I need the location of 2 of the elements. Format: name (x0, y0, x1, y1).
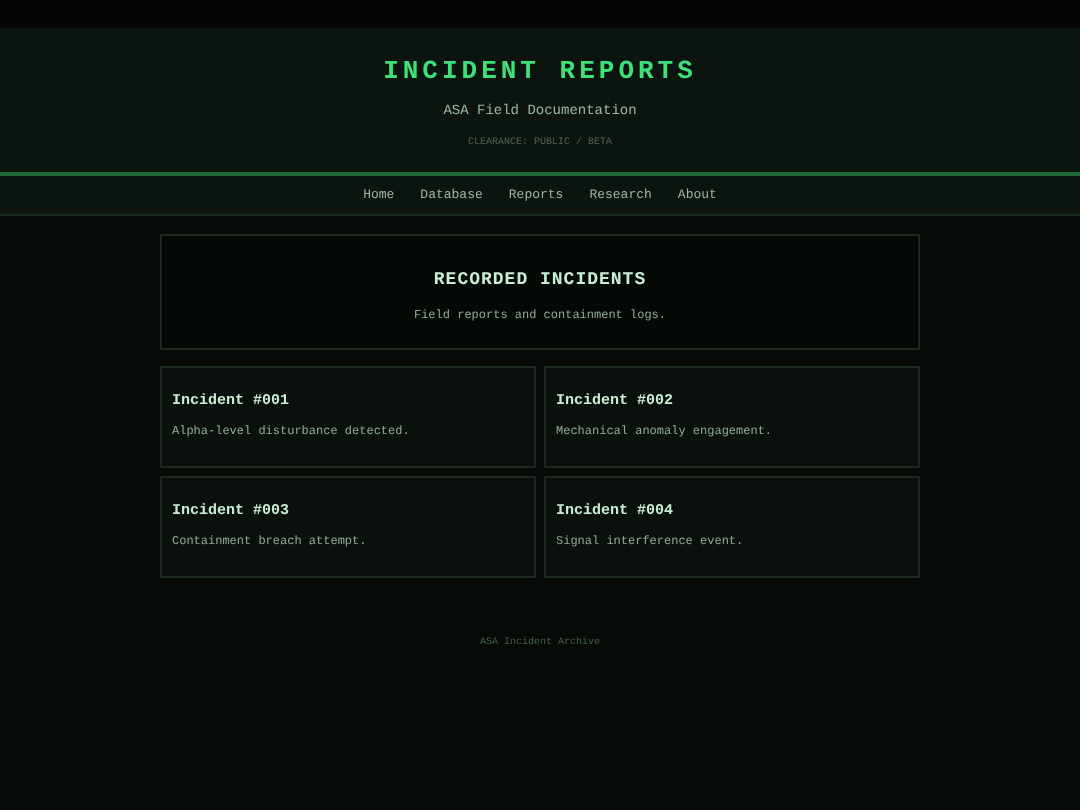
site-title: INCIDENT REPORTS (381, 56, 699, 86)
section-heading: RECORDED INCIDENTS (431, 270, 649, 290)
